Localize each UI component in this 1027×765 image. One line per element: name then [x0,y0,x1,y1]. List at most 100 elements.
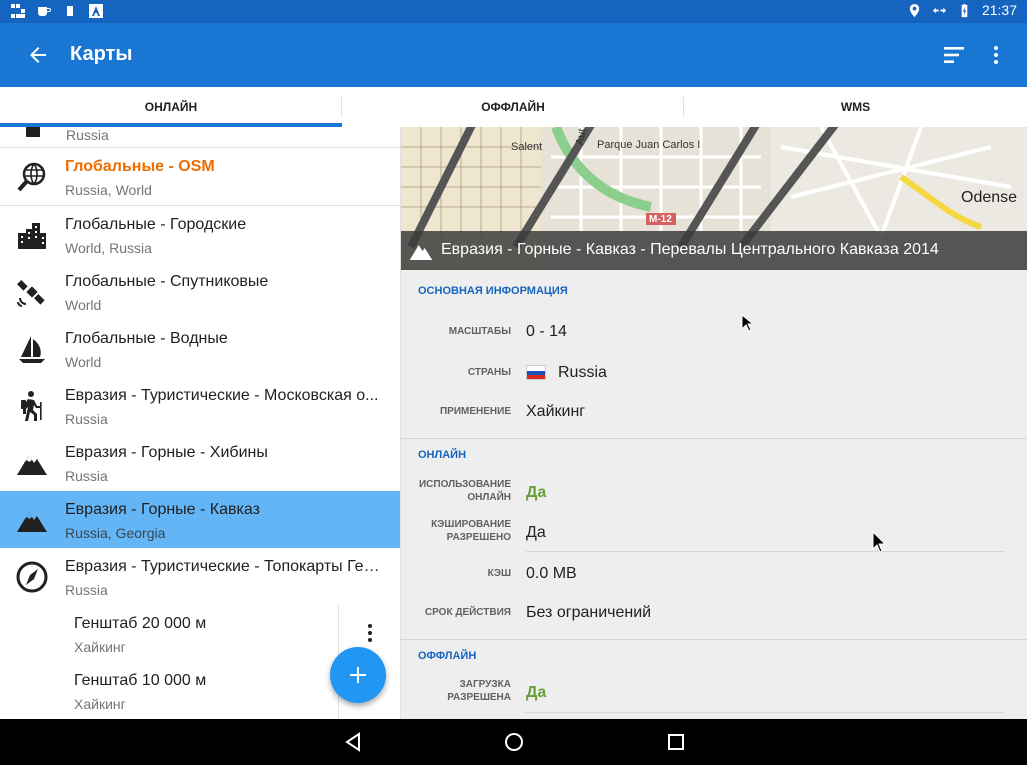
nav-back-button[interactable] [341,730,365,754]
map-preview: Salent Parque Juan Carlos I M-12 Odense … [401,127,1027,270]
tab-label: WMS [840,100,871,114]
list-item-subtitle: Russia [65,411,108,427]
list-item-title: Евразия - Горные - Кавказ [65,501,260,518]
usage-value: Хайкинг [526,403,586,420]
list-item-title: Евразия - Туристические - Топокарты Ген.… [65,558,385,575]
list-item-eurasia-caucasus[interactable]: Евразия - Горные - Кавказ Russia, Georgi… [0,491,400,549]
countries-value: Russia [558,364,607,381]
label-line: РАЗРЕШЕНО [446,532,511,543]
list-item-title: Глобальные - Водные [65,330,228,347]
cache-value: 0.0 MB [526,565,577,582]
plus-icon [350,667,366,683]
list-item-global-water[interactable]: Глобальные - Водные World [0,320,400,378]
city-buildings-icon [16,219,48,251]
selection-pointer [388,506,400,530]
tab-bar: ОНЛАЙН ОФФЛАЙН WMS [0,87,1027,128]
page-title: Карты [70,43,133,65]
list-item-global-city[interactable]: Глобальные - Городские World, Russia [0,206,400,264]
label-line: КЭШИРОВАНИЕ [431,519,511,530]
list-item-title: Глобальные - Спутниковые [65,273,269,290]
nav-home-button[interactable] [502,730,526,754]
font-a-icon [88,3,104,19]
status-bar: 21:37 [0,0,1027,23]
list-item-global-satellite[interactable]: Глобальные - Спутниковые World [0,263,400,321]
label-line: ОНЛАЙН [467,492,511,503]
list-item-subtitle: Russia, Georgia [65,525,166,541]
countries-label: СТРАНЫ [467,367,511,378]
label-line: ИСПОЛЬЗОВАНИЕ [418,479,511,490]
list-item-global-osm[interactable]: Глобальные - OSM Russia, World [0,148,400,206]
tab-wms[interactable]: WMS [684,87,1027,127]
download-allowed-label: ЗАГРУЗКА РАЗРЕШЕНА [401,678,511,704]
list-item-subtitle: Russia [65,582,108,598]
map-road-label: M-12 [649,214,672,225]
validity-value: Без ограничений [526,604,652,621]
circle-home-icon [505,733,523,751]
globe-search-icon [16,161,48,193]
russia-flag-icon [526,365,546,381]
section-divider [401,438,1027,439]
scales-value: 0 - 14 [526,323,567,340]
tab-offline[interactable]: ОФФЛАЙН [342,87,684,127]
battery-charging-icon [961,3,968,17]
download-allowed-value: Да [526,684,547,701]
back-button[interactable] [26,43,50,67]
row-divider [526,551,1005,552]
list-item-title: Глобальные - Городские [65,216,247,233]
list-item[interactable]: Russia [0,127,400,148]
list-item-subtitle: Russia [65,468,108,484]
validity-label: СРОК ДЕЙСТВИЯ [424,607,511,618]
section-heading-basic: ОСНОВНАЯ ИНФОРМАЦИЯ [418,285,568,297]
arrow-back-icon [30,47,46,63]
map-place-label: Salent [511,141,543,153]
satellite-icon [16,276,48,308]
countries-value-row: Russia [526,364,607,382]
scales-label: МАСШТАБЫ [448,326,511,337]
mountain-icon [16,504,48,536]
list-item-subtitle: Хайкинг [74,639,126,655]
mountain-icon [16,447,48,479]
mountain-icon [409,239,433,263]
map-title: Евразия - Горные - Кавказ - Перевалы Цен… [441,241,939,258]
mouse-cursor-icon [741,314,753,332]
overflow-menu-button[interactable] [984,43,1008,67]
sort-icon [944,47,964,63]
map-title-bar: Евразия - Горные - Кавказ - Перевалы Цен… [401,231,1027,270]
online-use-value: Да [526,484,547,501]
list-item-subtitle: World [65,297,102,313]
map-detail-panel: Salent Parque Juan Carlos I M-12 Odense … [401,127,1027,719]
map-place-label: Parque Juan Carlos I [597,139,701,151]
tab-online[interactable]: ОНЛАЙН [0,87,342,127]
section-divider [401,639,1027,640]
list-item-eurasia-topo[interactable]: Евразия - Туристические - Топокарты Ген.… [0,548,400,606]
tab-label: ОФФЛАЙН [481,100,545,114]
nav-recents-button[interactable] [664,730,688,754]
tab-label: ОНЛАЙН [144,100,198,114]
mouse-cursor-icon [872,531,886,553]
list-item-subtitle: Хайкинг [74,696,126,712]
label-line: РАЗРЕШЕНА [447,692,511,703]
online-use-label: ИСПОЛЬЗОВАНИЕ ОНЛАЙН [401,478,511,504]
app-bar: Карты [0,23,1027,87]
pixel-grid-icon [10,3,26,19]
compass-icon [16,561,48,593]
clock: 21:37 [981,2,1017,18]
list-item-eurasia-moscow[interactable]: Евразия - Туристические - Московская о..… [0,377,400,435]
list-item-subtitle: Russia [66,127,109,143]
sailboat-icon [16,333,48,365]
hiker-icon [16,390,48,422]
section-heading-online: ОНЛАЙН [418,449,467,461]
list-item-eurasia-khibiny[interactable]: Евразия - Горные - Хибины Russia [0,434,400,492]
data-sync-icon [932,7,947,13]
usage-label: ПРИМЕНЕНИЕ [439,406,511,417]
list-item-subtitle: Russia, World [65,182,152,198]
cache-label: КЭШ [487,568,511,579]
coffee-icon [36,3,52,19]
triangle-back-icon [345,732,360,752]
navigation-bar [0,719,1027,765]
add-map-button[interactable] [330,647,386,703]
map-list[interactable]: Russia Глобальные - OSM Russia, World Гл… [0,127,401,719]
row-divider [526,712,1005,713]
cache-allowed-value: Да [526,524,546,541]
sort-button[interactable] [942,43,966,67]
